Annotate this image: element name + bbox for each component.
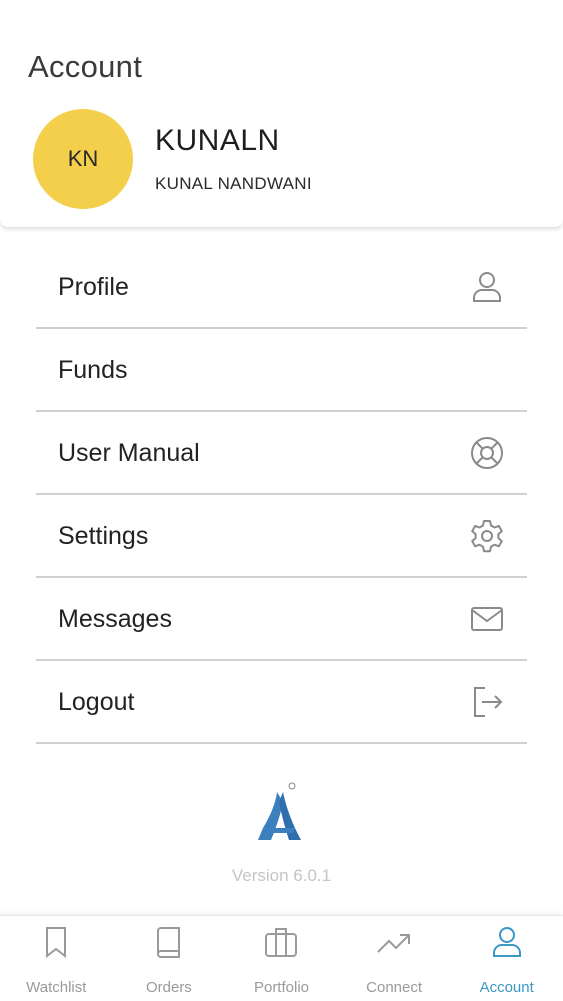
lifebuoy-icon	[467, 433, 507, 473]
tab-portfolio[interactable]: Portfolio	[225, 916, 338, 1001]
menu-item-label: Funds	[58, 355, 128, 384]
account-menu: Profile Funds User Manual Settings Messa…	[36, 246, 527, 744]
account-header: Account KN KUNALN KUNAL NANDWANI	[0, 0, 563, 228]
menu-item-label: User Manual	[58, 438, 200, 467]
tab-label: Orders	[145, 979, 192, 996]
version-text: Version 6.0.1	[231, 866, 332, 885]
menu-item-user-manual[interactable]: User Manual	[36, 412, 527, 495]
avatar: KN	[33, 109, 133, 209]
tab-watchlist[interactable]: Watchlist	[0, 916, 113, 1001]
book-icon	[156, 927, 180, 958]
tab-account[interactable]: Account	[450, 916, 563, 1001]
briefcase-icon	[265, 928, 298, 957]
menu-item-messages[interactable]: Messages	[36, 578, 527, 661]
tab-label: Connect	[366, 979, 423, 996]
menu-item-label: Profile	[58, 272, 129, 301]
menu-item-settings[interactable]: Settings	[36, 495, 527, 578]
menu-item-profile[interactable]: Profile	[36, 246, 527, 329]
trending-up-icon	[377, 934, 411, 953]
bookmark-icon	[46, 927, 67, 959]
tab-label: Portfolio	[253, 979, 309, 996]
bottom-tab-bar: Watchlist Orders Portfolio Connect Accou…	[0, 915, 563, 1001]
menu-item-label: Messages	[58, 604, 172, 633]
menu-item-funds[interactable]: Funds	[36, 329, 527, 412]
gear-icon	[467, 516, 507, 556]
app-logo-icon	[258, 782, 301, 840]
tab-connect[interactable]: Connect	[338, 916, 451, 1001]
mail-icon	[467, 599, 507, 639]
menu-item-logout[interactable]: Logout	[36, 661, 527, 744]
full-name: KUNAL NANDWANI	[155, 174, 312, 193]
user-icon	[467, 267, 507, 307]
menu-item-label: Settings	[58, 521, 149, 550]
tab-label: Account	[479, 979, 534, 996]
page-title: Account	[28, 49, 143, 84]
menu-item-label: Logout	[58, 687, 135, 716]
user-icon	[492, 927, 521, 957]
logout-icon	[467, 682, 507, 722]
tab-orders[interactable]: Orders	[113, 916, 226, 1001]
tab-label: Watchlist	[26, 979, 87, 996]
username: KUNALN	[155, 124, 280, 157]
